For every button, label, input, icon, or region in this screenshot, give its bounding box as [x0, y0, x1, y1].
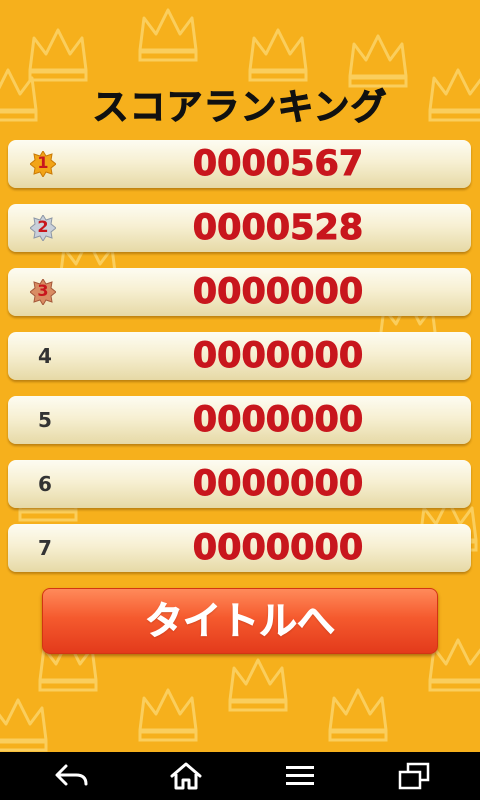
- ranking-list: 1 0000567 2 0000528 3 0000000 4 0000000 …: [8, 140, 471, 588]
- rank-number: 4: [38, 344, 52, 368]
- system-navigation-bar: [0, 752, 480, 800]
- score-value: 0000567: [192, 144, 364, 185]
- rank-number: 1: [37, 153, 49, 172]
- rank-number: 3: [37, 281, 49, 300]
- recent-apps-icon: [398, 762, 430, 790]
- rank-number: 2: [37, 217, 49, 236]
- back-to-title-label: タイトルへ: [144, 599, 335, 644]
- ranking-row-2: 2 0000528: [8, 204, 471, 252]
- score-value: 0000000: [192, 272, 364, 313]
- ranking-row-6: 6 0000000: [8, 460, 471, 508]
- rank-number: 7: [38, 536, 52, 560]
- back-to-title-button[interactable]: タイトルへ: [42, 588, 438, 654]
- rank-number: 5: [38, 408, 52, 432]
- page-title: スコアランキング: [92, 87, 388, 129]
- ranking-row-7: 7 0000000: [8, 524, 471, 572]
- ranking-row-4: 4 0000000: [8, 332, 471, 380]
- back-icon: [55, 764, 88, 786]
- score-value: 0000528: [192, 208, 364, 249]
- nav-home-button[interactable]: [146, 752, 226, 800]
- home-icon: [170, 762, 202, 790]
- nav-recent-apps-button[interactable]: [374, 752, 454, 800]
- nav-back-button[interactable]: [32, 752, 112, 800]
- ranking-screen: スコアランキング 1 0000567 2 0000528 3 0000000 4: [0, 0, 480, 752]
- score-value: 0000000: [192, 336, 364, 377]
- score-value: 0000000: [192, 464, 364, 505]
- rank-number: 6: [38, 472, 52, 496]
- ranking-row-1: 1 0000567: [8, 140, 471, 188]
- ranking-row-3: 3 0000000: [8, 268, 471, 316]
- menu-icon: [286, 766, 314, 785]
- score-value: 0000000: [192, 528, 364, 569]
- ranking-row-5: 5 0000000: [8, 396, 471, 444]
- nav-menu-button[interactable]: [260, 752, 340, 800]
- score-value: 0000000: [192, 400, 364, 441]
